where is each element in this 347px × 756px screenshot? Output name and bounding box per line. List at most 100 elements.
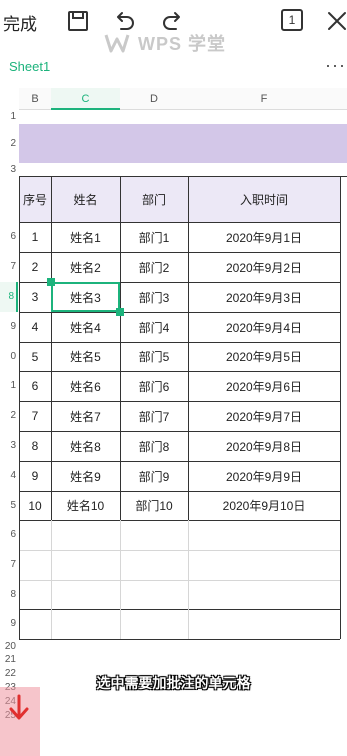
row-header[interactable]: 20 [0, 640, 18, 653]
cell-index[interactable]: 10 [19, 491, 51, 520]
cell-hire-date[interactable]: 2020年9月2日 [188, 252, 340, 282]
cell-department[interactable]: 部门3 [120, 282, 188, 312]
cell-department[interactable]: 部门1 [120, 222, 188, 252]
cell-index[interactable]: 7 [19, 401, 51, 431]
row-header-selected[interactable]: 8 [0, 282, 18, 312]
more-icon[interactable]: ··· [325, 55, 346, 76]
grid-line [19, 520, 340, 521]
cell-name[interactable]: 姓名1 [51, 222, 120, 252]
row-header[interactable]: 5 [0, 491, 18, 520]
tutorial-caption: 选中需要加批注的单元格 [96, 675, 251, 691]
row-header[interactable]: 8 [0, 580, 18, 609]
cell-index[interactable]: 5 [19, 342, 51, 371]
column-header-c[interactable]: C [51, 88, 120, 110]
cell-index[interactable]: 8 [19, 431, 51, 461]
cell-name[interactable]: 姓名2 [51, 252, 120, 282]
cell-department[interactable]: 部门5 [120, 342, 188, 371]
grid-line [19, 252, 340, 253]
cell-name[interactable]: 姓名6 [51, 371, 120, 401]
row-header[interactable]: 6 [0, 222, 18, 252]
row-header[interactable]: 9 [0, 312, 18, 342]
row-header[interactable]: 1 [0, 110, 18, 124]
grid-line [120, 177, 121, 520]
cell-hire-date[interactable]: 2020年9月6日 [188, 371, 340, 401]
column-header-d[interactable]: D [120, 88, 188, 110]
grid-line [340, 177, 341, 639]
cell-name[interactable]: 姓名9 [51, 461, 120, 491]
page-count-button[interactable]: 1 [281, 9, 303, 31]
arrow-down-icon [9, 694, 29, 720]
row-header[interactable]: 21 [0, 653, 18, 667]
row-header[interactable]: 7 [0, 252, 18, 282]
selection-handle-bottom-right[interactable] [116, 308, 124, 316]
done-button[interactable]: 完成 [3, 10, 37, 35]
cell-department[interactable]: 部门8 [120, 431, 188, 461]
header-cell-name[interactable]: 姓名 [51, 177, 120, 222]
cell-index[interactable]: 6 [19, 371, 51, 401]
column-header-next[interactable] [340, 88, 347, 110]
cell-department[interactable]: 部门2 [120, 252, 188, 282]
grid-line [19, 609, 340, 610]
row-header[interactable]: 1 [0, 371, 18, 401]
cell-hire-date[interactable]: 2020年9月3日 [188, 282, 340, 312]
close-icon[interactable] [325, 9, 347, 33]
grid-line [19, 342, 340, 343]
cell-selection-box[interactable] [51, 282, 120, 312]
selection-handle-top-left[interactable] [47, 278, 55, 286]
grid-line [19, 176, 347, 177]
grid-line [19, 177, 20, 520]
cell-index[interactable]: 1 [19, 222, 51, 252]
row-header[interactable]: 3 [0, 163, 18, 177]
row-header[interactable]: 9 [0, 609, 18, 639]
merged-title-cell[interactable] [19, 124, 347, 163]
cell-hire-date[interactable]: 2020年9月8日 [188, 431, 340, 461]
save-icon[interactable] [66, 9, 90, 33]
grid-line [188, 177, 189, 520]
cell-index[interactable]: 9 [19, 461, 51, 491]
cell-department[interactable]: 部门10 [120, 491, 188, 520]
grid-line [19, 222, 340, 223]
cell-index[interactable]: 3 [19, 282, 51, 312]
grid-line [188, 520, 189, 639]
grid-line [51, 520, 52, 639]
cell-hire-date[interactable]: 2020年9月7日 [188, 401, 340, 431]
row-header[interactable]: 7 [0, 550, 18, 580]
cell-hire-date[interactable]: 2020年9月10日 [188, 491, 340, 520]
grid-line [19, 371, 340, 372]
header-cell-index[interactable]: 序号 [19, 177, 51, 222]
cell-department[interactable]: 部门9 [120, 461, 188, 491]
cell-name[interactable]: 姓名5 [51, 342, 120, 371]
row-header[interactable]: 3 [0, 431, 18, 461]
grid-line [19, 401, 340, 402]
row-header[interactable]: 0 [0, 342, 18, 371]
grid-line [19, 520, 20, 639]
grid-line [19, 491, 340, 492]
row-header[interactable]: 2 [0, 401, 18, 431]
header-cell-hire-date[interactable]: 入职时间 [188, 177, 340, 222]
grid-line [19, 312, 340, 313]
grid-line [19, 550, 340, 551]
cell-name[interactable]: 姓名8 [51, 431, 120, 461]
column-header-b[interactable]: B [19, 88, 51, 110]
row-header[interactable]: 6 [0, 520, 18, 550]
cell-name[interactable]: 姓名10 [51, 491, 120, 520]
grid-line [19, 639, 340, 640]
row-header[interactable]: 4 [0, 461, 18, 491]
cell-name[interactable]: 姓名7 [51, 401, 120, 431]
cell-department[interactable]: 部门4 [120, 312, 188, 342]
column-header-f[interactable]: F [188, 88, 340, 110]
cell-hire-date[interactable]: 2020年9月4日 [188, 312, 340, 342]
cell-department[interactable]: 部门7 [120, 401, 188, 431]
tab-sheet1[interactable]: Sheet1 [9, 59, 50, 74]
cell-index[interactable]: 4 [19, 312, 51, 342]
cell-name[interactable]: 姓名4 [51, 312, 120, 342]
grid-line [51, 177, 52, 520]
header-cell-department[interactable]: 部门 [120, 177, 188, 222]
grid-line [19, 431, 340, 432]
row-header[interactable]: 2 [0, 124, 18, 163]
cell-hire-date[interactable]: 2020年9月5日 [188, 342, 340, 371]
cell-department[interactable]: 部门6 [120, 371, 188, 401]
cell-hire-date[interactable]: 2020年9月1日 [188, 222, 340, 252]
grid-line [19, 461, 340, 462]
cell-hire-date[interactable]: 2020年9月9日 [188, 461, 340, 491]
